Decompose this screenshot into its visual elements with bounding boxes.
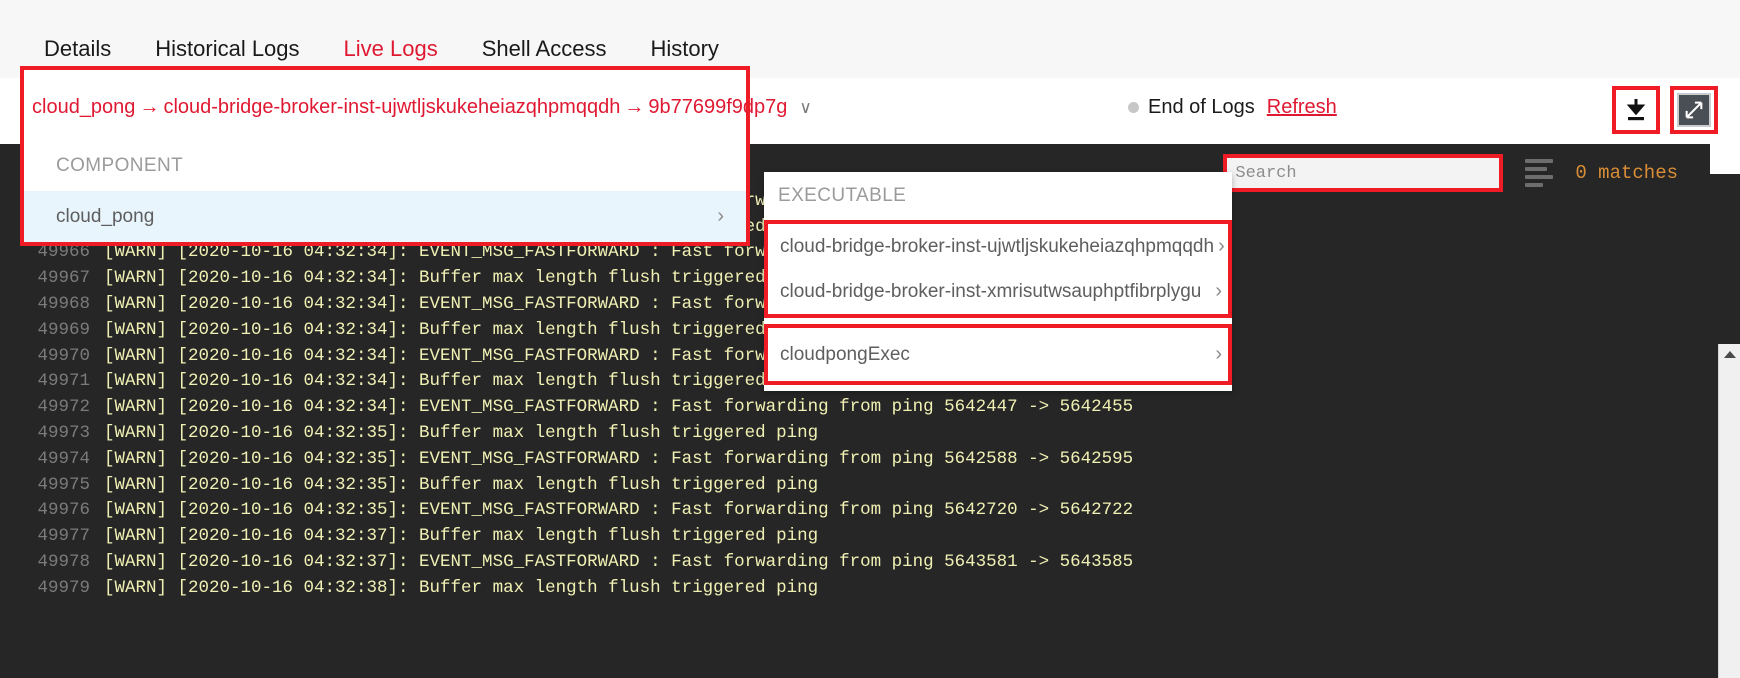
- log-line-text: [WARN] [2020-10-16 04:32:34]: EVENT_MSG_…: [104, 397, 1134, 418]
- tab-label: Live Logs: [343, 36, 438, 61]
- breadcrumb-separator-icon: →: [139, 96, 160, 118]
- breadcrumb-part-instance: 9b77699f9dp7g: [648, 96, 788, 118]
- log-line-number: 49968: [37, 294, 90, 315]
- expand-icon: [1685, 101, 1703, 119]
- log-line-number: 49973: [37, 423, 90, 444]
- component-item-label: cloud_pong: [56, 205, 155, 227]
- breadcrumb-separator-icon: →: [624, 96, 645, 118]
- executable-item-broker-xmrisutw[interactable]: cloud-bridge-broker-inst-xmrisutwsauphpt…: [768, 269, 1228, 314]
- log-line: 49972 [WARN] [2020-10-16 04:32:34]: EVENT…: [0, 394, 1740, 420]
- log-line: 49979 [WARN] [2020-10-16 04:32:38]: Buffe…: [0, 575, 1740, 601]
- log-line-number: 49976: [37, 500, 90, 521]
- search-input-highlight: [1223, 154, 1504, 192]
- tab-label: History: [650, 36, 719, 61]
- toolbar-icon-group: [1612, 86, 1718, 134]
- download-icon: [1626, 99, 1646, 121]
- tab-label: Details: [44, 36, 112, 61]
- breadcrumb-dropdown-highlight: cloud_pong → cloud-bridge-broker-inst-uj…: [20, 66, 812, 246]
- log-line: 49974 [WARN] [2020-10-16 04:32:35]: EVENT…: [0, 446, 1740, 472]
- log-line: 49975 [WARN] [2020-10-16 04:32:35]: Buffe…: [0, 472, 1740, 498]
- log-line-text: [WARN] [2020-10-16 04:32:35]: EVENT_MSG_…: [104, 500, 1134, 521]
- executable-item-cloudpongexec[interactable]: cloudpongExec ›: [768, 328, 1228, 381]
- log-line-text: [WARN] [2020-10-16 04:32:37]: EVENT_MSG_…: [104, 552, 1134, 573]
- refresh-link[interactable]: Refresh: [1267, 96, 1337, 119]
- log-line-text: [WARN] [2020-10-16 04:32:34]: Buffer max…: [104, 268, 819, 289]
- executable-item-label: cloud-bridge-broker-inst-xmrisutwsauphpt…: [780, 280, 1202, 302]
- executable-item-label: cloud-bridge-broker-inst-ujwtljskukeheia…: [780, 235, 1215, 257]
- log-line-number: 49971: [37, 371, 90, 392]
- panel-corner-mask: [1710, 144, 1740, 174]
- log-line-text: [WARN] [2020-10-16 04:32:34]: Buffer max…: [104, 371, 819, 392]
- executable-dropdown: EXECUTABLE cloud-bridge-broker-inst-ujwt…: [764, 172, 1232, 391]
- status-text: End of Logs: [1148, 96, 1255, 118]
- component-list: COMPONENT cloud_pong ›: [24, 141, 746, 242]
- expand-button[interactable]: [1677, 93, 1711, 127]
- executable-item-label: cloudpongExec: [780, 343, 910, 365]
- breadcrumb-part-executable: cloud-bridge-broker-inst-ujwtljskukeheia…: [163, 96, 621, 118]
- chevron-right-icon: ›: [1215, 343, 1222, 365]
- search-row: 0 matches: [1223, 154, 1678, 192]
- log-line-number: 49974: [37, 448, 90, 469]
- log-line-text: [WARN] [2020-10-16 04:32:38]: Buffer max…: [104, 577, 819, 598]
- download-button[interactable]: [1619, 93, 1653, 127]
- log-line-text: [WARN] [2020-10-16 04:32:37]: Buffer max…: [104, 526, 819, 547]
- tab-label: Shell Access: [481, 36, 607, 61]
- log-line-number: 49972: [37, 397, 90, 418]
- log-line: 49978 [WARN] [2020-10-16 04:32:37]: EVENT…: [0, 549, 1740, 575]
- match-count: 0 matches: [1575, 162, 1678, 184]
- log-line-number: 49975: [37, 474, 90, 495]
- log-line-text: [WARN] [2020-10-16 04:32:34]: Buffer max…: [104, 319, 819, 340]
- chevron-right-icon: ›: [1218, 235, 1225, 257]
- breadcrumb-selector[interactable]: cloud_pong → cloud-bridge-broker-inst-uj…: [24, 70, 812, 141]
- log-line-number: 49978: [37, 552, 90, 573]
- live-logs-page: Details Historical Logs Live Logs Shell …: [0, 0, 1740, 678]
- log-line-number: 49967: [37, 268, 90, 289]
- executable-section-label: EXECUTABLE: [778, 185, 907, 206]
- chevron-right-icon: ›: [1215, 280, 1222, 302]
- executable-group-b-highlight: cloudpongExec ›: [764, 324, 1232, 385]
- log-line-number: 49969: [37, 319, 90, 340]
- component-section-label: COMPONENT: [56, 155, 184, 176]
- breadcrumb-part-component: cloud_pong: [32, 96, 136, 118]
- log-scrollbar[interactable]: [1718, 344, 1740, 678]
- search-input[interactable]: [1227, 158, 1500, 188]
- executable-group-a-highlight: cloud-bridge-broker-inst-ujwtljskukeheia…: [764, 220, 1232, 318]
- wrap-lines-icon[interactable]: [1525, 159, 1554, 187]
- log-line-text: [WARN] [2020-10-16 04:32:35]: EVENT_MSG_…: [104, 448, 1134, 469]
- log-line: 49977 [WARN] [2020-10-16 04:32:37]: Buffe…: [0, 523, 1740, 549]
- tab-label: Historical Logs: [155, 36, 300, 61]
- log-line: 49973 [WARN] [2020-10-16 04:32:35]: Buffe…: [0, 420, 1740, 446]
- log-line-number: 49977: [37, 526, 90, 547]
- log-line: 49976 [WARN] [2020-10-16 04:32:35]: EVENT…: [0, 498, 1740, 524]
- log-line-text: [WARN] [2020-10-16 04:32:35]: Buffer max…: [104, 423, 819, 444]
- log-status: End of Logs Refresh: [1128, 96, 1337, 119]
- log-line-text: [WARN] [2020-10-16 04:32:35]: Buffer max…: [104, 474, 819, 495]
- log-line-number: 49970: [37, 345, 90, 366]
- expand-button-highlight: [1670, 86, 1718, 134]
- chevron-right-icon: ›: [717, 205, 724, 227]
- scroll-up-icon[interactable]: [1719, 344, 1740, 364]
- status-dot-icon: [1128, 102, 1139, 113]
- log-line-number: 49979: [37, 577, 90, 598]
- component-item-cloud-pong[interactable]: cloud_pong ›: [24, 191, 746, 242]
- chevron-down-icon: ∨: [799, 97, 812, 117]
- download-button-highlight: [1612, 86, 1660, 134]
- executable-item-broker-ujwtljsk[interactable]: cloud-bridge-broker-inst-ujwtljskukeheia…: [768, 224, 1228, 269]
